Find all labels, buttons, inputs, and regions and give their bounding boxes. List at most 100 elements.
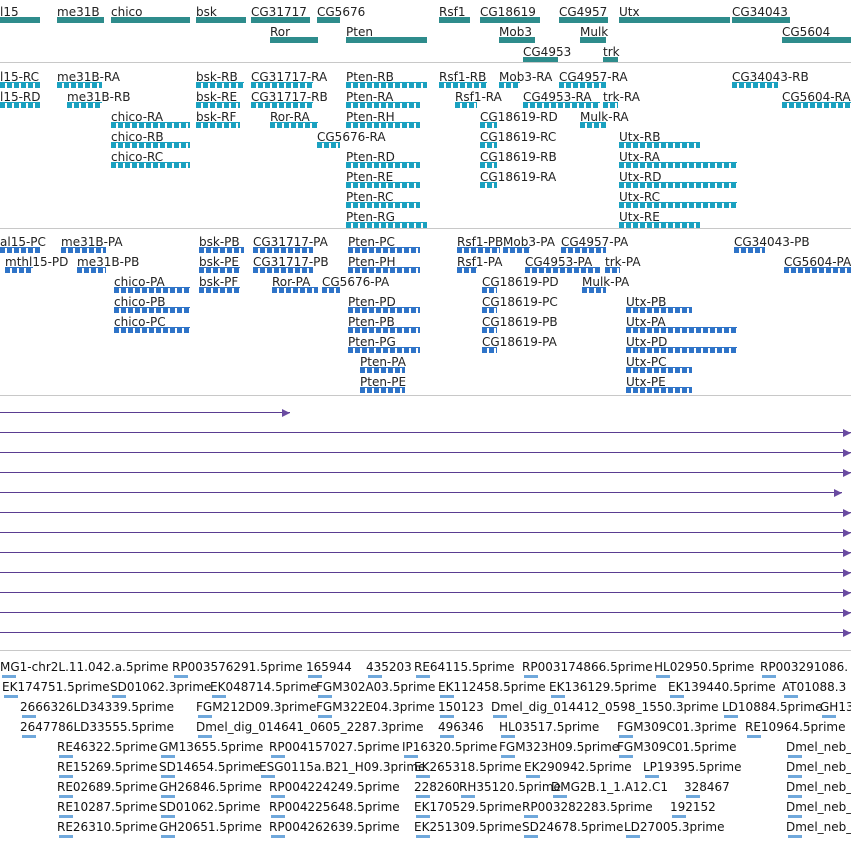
est-glyph[interactable]	[461, 795, 475, 798]
est-label[interactable]: 2647786LD33555.5prime	[20, 720, 174, 734]
est-label[interactable]: 150123	[438, 700, 484, 714]
est-label[interactable]: RP004224249.5prime	[269, 780, 400, 794]
est-label[interactable]: SD01062.5prime	[159, 800, 260, 814]
est-label[interactable]: IP16320.5prime	[402, 740, 497, 754]
est-glyph[interactable]	[22, 715, 36, 718]
est-glyph[interactable]	[788, 835, 802, 838]
est-glyph[interactable]	[619, 755, 633, 758]
est-label[interactable]: EK265318.5prime	[414, 760, 522, 774]
est-glyph[interactable]	[368, 675, 382, 678]
est-label[interactable]: Dmel_dig_014641_0605_2287.3prime	[196, 720, 424, 734]
est-label[interactable]: RE26310.5prime	[57, 820, 158, 834]
est-label[interactable]: RP004157027.5prime	[269, 740, 400, 754]
est-label[interactable]: EK136129.5prime	[549, 680, 657, 694]
est-label[interactable]: RH35120.5prime	[459, 780, 561, 794]
est-label[interactable]: 192152	[670, 800, 716, 814]
est-label[interactable]: RE46322.5prime	[57, 740, 158, 754]
est-glyph[interactable]	[788, 775, 802, 778]
est-glyph[interactable]	[524, 815, 538, 818]
est-glyph[interactable]	[501, 755, 515, 758]
est-glyph[interactable]	[645, 775, 659, 778]
est-label[interactable]: EK048714.5prime	[210, 680, 318, 694]
est-label[interactable]: FGM309C01.3prime	[617, 720, 737, 734]
est-label[interactable]: EK170529.5prime	[414, 800, 522, 814]
est-glyph[interactable]	[198, 715, 212, 718]
est-label[interactable]: SD14654.5prime	[159, 760, 260, 774]
est-label[interactable]: DMG2B.1_1.A12.C1	[551, 780, 668, 794]
est-glyph[interactable]	[524, 835, 538, 838]
est-glyph[interactable]	[271, 835, 285, 838]
est-glyph[interactable]	[308, 675, 322, 678]
est-glyph[interactable]	[404, 755, 418, 758]
est-label[interactable]: FGM323H09.5prime	[499, 740, 619, 754]
est-glyph[interactable]	[59, 835, 73, 838]
est-glyph[interactable]	[493, 715, 507, 718]
est-glyph[interactable]	[788, 755, 802, 758]
est-glyph[interactable]	[59, 795, 73, 798]
est-label[interactable]: 165944	[306, 660, 352, 674]
est-label[interactable]: Dmel_neb_0	[786, 820, 851, 834]
est-label[interactable]: RE15269.5prime	[57, 760, 158, 774]
est-glyph[interactable]	[2, 675, 16, 678]
est-glyph[interactable]	[4, 695, 18, 698]
est-label[interactable]: RP003174866.5prime	[522, 660, 653, 674]
est-label[interactable]: 435203	[366, 660, 412, 674]
est-label[interactable]: Dmel_neb_0	[786, 740, 851, 754]
est-label[interactable]: 496346	[438, 720, 484, 734]
est-glyph[interactable]	[551, 695, 565, 698]
est-glyph[interactable]	[822, 715, 836, 718]
est-glyph[interactable]	[416, 675, 430, 678]
est-label[interactable]: FGM212D09.3prime	[196, 700, 316, 714]
est-label[interactable]: EK139440.5prime	[668, 680, 776, 694]
est-label[interactable]: RE10287.5prime	[57, 800, 158, 814]
est-glyph[interactable]	[619, 735, 633, 738]
est-label[interactable]: LP19395.5prime	[643, 760, 742, 774]
est-label[interactable]: Dmel_neb_0	[786, 780, 851, 794]
est-label[interactable]: EK251309.5prime	[414, 820, 522, 834]
est-label[interactable]: MG1-chr2L.11.042.a.5prime	[0, 660, 168, 674]
est-label[interactable]: HL03517.5prime	[499, 720, 599, 734]
est-glyph[interactable]	[440, 715, 454, 718]
est-label[interactable]: RP003282283.5prime	[522, 800, 653, 814]
est-glyph[interactable]	[672, 815, 686, 818]
est-glyph[interactable]	[22, 735, 36, 738]
est-glyph[interactable]	[161, 795, 175, 798]
est-glyph[interactable]	[161, 815, 175, 818]
est-label[interactable]: RP003291086.	[760, 660, 848, 674]
est-glyph[interactable]	[59, 755, 73, 758]
est-label[interactable]: Dmel_neb_0	[786, 760, 851, 774]
est-glyph[interactable]	[318, 695, 332, 698]
est-glyph[interactable]	[524, 675, 538, 678]
est-glyph[interactable]	[198, 735, 212, 738]
est-label[interactable]: FGM322E04.3prime	[316, 700, 435, 714]
est-label[interactable]: 2666326LD34339.5prime	[20, 700, 174, 714]
est-glyph[interactable]	[161, 755, 175, 758]
est-label[interactable]: RP004225648.5prime	[269, 800, 400, 814]
est-glyph[interactable]	[784, 695, 798, 698]
est-label[interactable]: RE64115.5prime	[414, 660, 515, 674]
est-glyph[interactable]	[788, 815, 802, 818]
est-label[interactable]: 328467	[684, 780, 730, 794]
est-glyph[interactable]	[724, 715, 738, 718]
est-glyph[interactable]	[526, 775, 540, 778]
est-glyph[interactable]	[747, 735, 761, 738]
est-glyph[interactable]	[626, 835, 640, 838]
est-label[interactable]: FGM302A03.5prime	[316, 680, 435, 694]
est-glyph[interactable]	[271, 795, 285, 798]
est-label[interactable]: AT01088.3	[782, 680, 846, 694]
est-glyph[interactable]	[112, 695, 126, 698]
est-label[interactable]: GH20651.5prime	[159, 820, 262, 834]
est-label[interactable]: RP003576291.5prime	[172, 660, 303, 674]
est-glyph[interactable]	[656, 675, 670, 678]
est-glyph[interactable]	[212, 695, 226, 698]
est-label[interactable]: SD24678.5prime	[522, 820, 623, 834]
est-glyph[interactable]	[440, 735, 454, 738]
est-label[interactable]: 228260	[414, 780, 460, 794]
est-glyph[interactable]	[762, 675, 776, 678]
est-glyph[interactable]	[271, 815, 285, 818]
est-label[interactable]: GH13	[820, 700, 851, 714]
est-glyph[interactable]	[261, 775, 275, 778]
est-glyph[interactable]	[416, 815, 430, 818]
est-label[interactable]: EK290942.5prime	[524, 760, 632, 774]
est-glyph[interactable]	[161, 835, 175, 838]
